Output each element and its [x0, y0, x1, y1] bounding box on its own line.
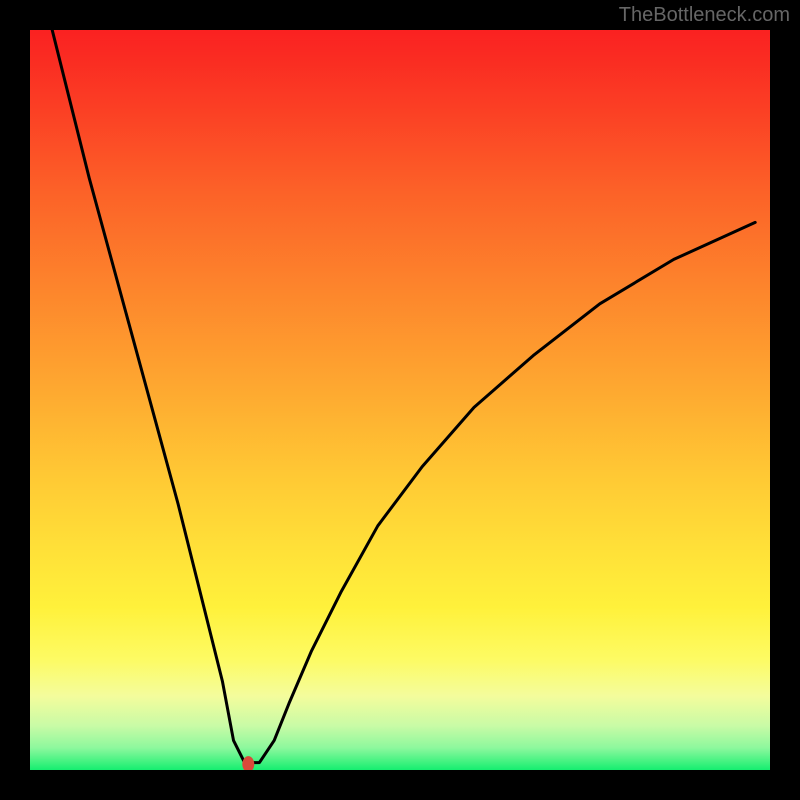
watermark: TheBottleneck.com: [619, 4, 790, 27]
curve-layer: [30, 30, 770, 770]
chart-frame: [0, 0, 800, 800]
bottleneck-curve: [52, 30, 755, 763]
optimal-point-marker: [242, 756, 254, 770]
plot-area: [30, 30, 770, 770]
